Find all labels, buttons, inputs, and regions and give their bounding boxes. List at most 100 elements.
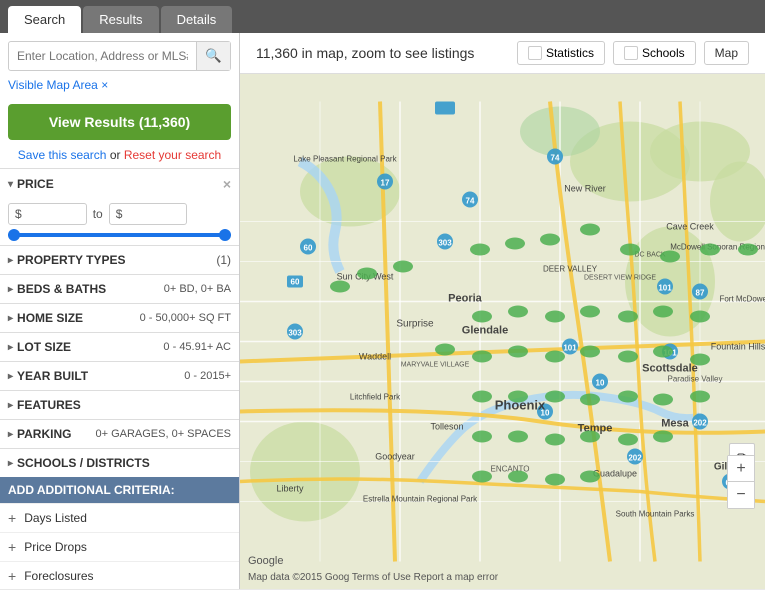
lot-size-label: LOT SIZE [17,340,71,354]
statistics-label: Statistics [546,46,594,60]
visible-map-area: Visible Map Area × [0,75,239,98]
price-inputs: $ to $ [0,199,239,231]
price-from-field[interactable] [25,207,80,221]
lot-size-header[interactable]: ▸ LOT SIZE 0 - 45.91+ ac [0,333,239,361]
schools-districts-header[interactable]: ▸ SCHOOLS / DISTRICTS [0,449,239,477]
property-types-header[interactable]: ▸ PROPERTY TYPES (1) [0,246,239,274]
criteria-days-listed[interactable]: + Days Listed [0,503,239,532]
search-button[interactable]: 🔍 [196,42,230,70]
zoom-out-button[interactable]: − [728,482,754,508]
schools-label: Schools [642,46,685,60]
property-types-label: PROPERTY TYPES [17,253,125,267]
svg-text:Lake Pleasant Regional Park: Lake Pleasant Regional Park [293,155,397,164]
home-size-filter: ▸ HOME SIZE 0 - 50,000+ sq ft [0,303,239,332]
beds-baths-header[interactable]: ▸ BEDS & BATHS 0+ bd, 0+ ba [0,275,239,303]
map-button[interactable]: Map [704,41,749,65]
svg-text:74: 74 [551,154,560,163]
days-listed-label: Days Listed [24,511,87,525]
price-filter: ▾ PRICE × $ to $ [0,168,239,245]
schools-button[interactable]: Schools [613,41,696,65]
parking-filter: ▸ PARKING 0+ garages, 0+ spaces [0,419,239,448]
schools-districts-label: SCHOOLS / DISTRICTS [17,456,150,470]
map-header: 11,360 in map, zoom to see listings Stat… [240,33,765,74]
beds-baths-filter: ▸ BEDS & BATHS 0+ bd, 0+ ba [0,274,239,303]
svg-text:Scottsdale: Scottsdale [642,363,698,375]
svg-text:Peoria: Peoria [448,293,483,305]
search-input[interactable] [9,43,196,69]
year-built-value: 0 - 2015+ [184,370,231,382]
price-slider[interactable] [0,231,239,245]
features-filter: ▸ FEATURES [0,390,239,419]
beds-baths-value: 0+ bd, 0+ ba [164,283,231,295]
svg-text:101: 101 [563,344,577,353]
property-types-count: (1) [216,253,231,267]
svg-text:DEER VALLEY: DEER VALLEY [543,265,598,274]
svg-text:MARYVALE VILLAGE: MARYVALE VILLAGE [401,362,470,369]
statistics-button[interactable]: Statistics [517,41,605,65]
svg-text:87: 87 [696,289,705,298]
year-built-filter: ▸ YEAR BUILT 0 - 2015+ [0,361,239,390]
criteria-foreclosures[interactable]: + Foreclosures [0,561,239,589]
price-close-icon[interactable]: × [223,176,231,192]
svg-text:Fort McDowell: Fort McDowell [719,295,765,304]
google-logo: Google [248,555,283,567]
home-size-header[interactable]: ▸ HOME SIZE 0 - 50,000+ sq ft [0,304,239,332]
svg-text:17: 17 [381,179,390,188]
features-label: FEATURES [17,398,81,412]
lot-size-value: 0 - 45.91+ ac [163,341,231,353]
svg-text:10: 10 [596,379,605,388]
svg-text:New River: New River [564,184,606,194]
svg-text:Glendale: Glendale [462,325,508,337]
beds-baths-label: BEDS & BATHS [17,282,106,296]
schools-checkbox [624,46,638,60]
statistics-checkbox [528,46,542,60]
price-label: PRICE [17,177,54,191]
price-from-input: $ [8,203,87,225]
svg-text:60: 60 [291,278,300,287]
svg-text:South Mountain Parks: South Mountain Parks [616,510,695,519]
svg-text:Paradise Valley: Paradise Valley [668,375,723,384]
map-data-label: Map data ©2015 Goog Terms of Use Report … [248,572,498,583]
price-slider-min[interactable] [8,229,20,241]
visible-map-link[interactable]: Visible Map Area × [8,78,108,92]
save-reset-bar: Save this search or Reset your search [0,146,239,168]
map-zoom-controls: + − [727,455,755,509]
tab-results[interactable]: Results [83,6,158,33]
parking-header[interactable]: ▸ PARKING 0+ garages, 0+ spaces [0,420,239,448]
svg-text:303: 303 [438,239,452,248]
visible-map-close[interactable]: × [101,78,108,92]
search-bar: 🔍 [8,41,231,71]
svg-text:Litchfield Park: Litchfield Park [350,393,401,402]
svg-text:Liberty: Liberty [276,484,304,494]
map-area[interactable]: 17 60 74 303 74 303 101 101 10 10 [240,74,765,589]
tabs-bar: Search Results Details [0,0,765,33]
tab-details[interactable]: Details [161,6,233,33]
year-built-header[interactable]: ▸ YEAR BUILT 0 - 2015+ [0,362,239,390]
beds-baths-arrow: ▸ [8,284,13,295]
map-controls: Statistics Schools Map [517,41,749,65]
parking-value: 0+ garages, 0+ spaces [95,428,231,440]
view-results-button[interactable]: View Results (11,360) [8,104,231,140]
year-built-label: YEAR BUILT [17,369,88,383]
svg-text:Mesa: Mesa [661,418,689,430]
tab-search[interactable]: Search [8,6,81,33]
price-slider-max[interactable] [219,229,231,241]
zoom-in-button[interactable]: + [728,456,754,482]
price-drops-label: Price Drops [24,540,87,554]
price-to-input: $ [109,203,188,225]
features-arrow: ▸ [8,400,13,411]
svg-text:Estrella Mountain Regional Par: Estrella Mountain Regional Park [363,495,478,504]
features-header[interactable]: ▸ FEATURES [0,391,239,419]
price-filter-header[interactable]: ▾ PRICE × [0,169,239,199]
svg-text:DESERT VIEW RIDGE: DESERT VIEW RIDGE [584,275,656,282]
schools-districts-arrow: ▸ [8,458,13,469]
save-search-link[interactable]: Save this search [18,148,107,162]
map-svg: 17 60 74 303 74 303 101 101 10 10 [240,74,765,589]
price-drops-bullet: + [8,539,16,555]
price-to-field[interactable] [125,207,180,221]
svg-text:Goodyear: Goodyear [375,452,415,462]
criteria-price-drops[interactable]: + Price Drops [0,532,239,561]
property-types-filter: ▸ PROPERTY TYPES (1) [0,245,239,274]
svg-text:Tolleson: Tolleson [430,422,463,432]
reset-search-link[interactable]: Reset your search [124,148,221,162]
